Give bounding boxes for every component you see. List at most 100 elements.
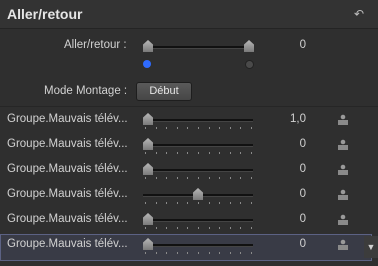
- row-value[interactable]: 0: [266, 138, 306, 150]
- row-value[interactable]: 1,0: [266, 113, 306, 125]
- slider-tick: [219, 127, 221, 129]
- slider-tick: [240, 177, 242, 179]
- row-value[interactable]: 0: [266, 213, 306, 225]
- row-slider[interactable]: [143, 112, 253, 129]
- aller-retour-label: Aller/retour :: [64, 39, 127, 51]
- publish-icon[interactable]: [337, 139, 349, 150]
- slider-tick: [251, 227, 252, 229]
- mode-montage-button[interactable]: Début: [136, 82, 192, 101]
- publish-icon[interactable]: [337, 114, 349, 125]
- slider-knob[interactable]: [193, 188, 203, 200]
- slider-tick: [198, 127, 199, 129]
- slider-tick: [251, 127, 252, 129]
- row-label: Groupe.Mauvais télév...: [7, 188, 128, 200]
- row-value[interactable]: 0: [266, 188, 306, 200]
- slider-tick: [219, 152, 221, 154]
- slider-track: [143, 119, 253, 122]
- slider-tick: [145, 152, 146, 154]
- slider-knob[interactable]: [143, 138, 153, 150]
- end-dot[interactable]: [245, 60, 254, 69]
- slider-tick: [145, 177, 146, 179]
- slider-tick: [219, 227, 221, 229]
- slider-tick: [176, 127, 178, 129]
- mode-montage-label: Mode Montage :: [44, 85, 128, 97]
- slider-track: [145, 46, 253, 49]
- slider-tick: [166, 252, 168, 254]
- slider-tick: [187, 202, 189, 204]
- slider-tick: [155, 127, 157, 129]
- slider-tick: [229, 202, 231, 204]
- publish-icon[interactable]: [337, 189, 349, 200]
- slider-track: [143, 244, 253, 247]
- aller-retour-value[interactable]: 0: [266, 39, 306, 51]
- row-label: Groupe.Mauvais télév...: [7, 238, 128, 250]
- slider-tick: [166, 202, 168, 204]
- slider-tick: [176, 202, 178, 204]
- slider-tick: [198, 252, 199, 254]
- slider-tick: [240, 252, 242, 254]
- slider-knob[interactable]: [143, 213, 153, 225]
- slider-tick: [166, 227, 168, 229]
- slider-tick: [240, 227, 242, 229]
- slider-tick: [240, 202, 242, 204]
- row-value[interactable]: 0: [266, 163, 306, 175]
- row-label: Groupe.Mauvais télév...: [7, 113, 128, 125]
- row-slider[interactable]: [143, 162, 253, 179]
- chevron-down-icon[interactable]: ▼: [364, 236, 378, 258]
- slider-tick: [198, 152, 199, 154]
- slider-tick: [198, 202, 199, 204]
- publish-icon[interactable]: [337, 239, 349, 250]
- slider-tick: [155, 202, 157, 204]
- row-label: Groupe.Mauvais télév...: [7, 163, 128, 175]
- slider-knob[interactable]: [143, 40, 153, 52]
- publish-icon[interactable]: [337, 164, 349, 175]
- slider-tick: [187, 127, 189, 129]
- row-value[interactable]: 0: [266, 238, 306, 250]
- slider-tick: [176, 252, 178, 254]
- divider: [0, 106, 378, 107]
- slider-tick: [229, 177, 231, 179]
- slider-tick: [176, 152, 178, 154]
- slider-knob-end[interactable]: [244, 40, 254, 52]
- slider-tick: [208, 227, 210, 229]
- slider-tick: [251, 252, 252, 254]
- slider-tick: [208, 127, 210, 129]
- slider-tick: [198, 227, 199, 229]
- slider-tick: [229, 152, 231, 154]
- slider-tick: [251, 152, 252, 154]
- slider-tick: [145, 252, 146, 254]
- slider-tick: [219, 202, 221, 204]
- slider-tick: [166, 152, 168, 154]
- slider-tick: [187, 227, 189, 229]
- slider-knob[interactable]: [143, 163, 153, 175]
- row-slider[interactable]: [143, 137, 253, 154]
- slider-tick: [176, 177, 178, 179]
- slider-tick: [155, 152, 157, 154]
- slider-track: [143, 169, 253, 172]
- panel-title: Aller/retour: [7, 6, 83, 22]
- start-dot[interactable]: [143, 60, 151, 68]
- reset-icon[interactable]: ↶: [354, 7, 364, 21]
- slider-tick: [219, 177, 221, 179]
- slider-tick: [208, 202, 210, 204]
- slider-tick: [208, 252, 210, 254]
- slider-tick: [166, 177, 168, 179]
- row-label: Groupe.Mauvais télév...: [7, 138, 128, 150]
- slider-tick: [187, 152, 189, 154]
- aller-retour-slider[interactable]: [143, 39, 254, 55]
- slider-tick: [229, 252, 231, 254]
- panel-header: Aller/retour ↶: [0, 0, 378, 29]
- row-slider[interactable]: [143, 237, 253, 254]
- slider-tick: [251, 177, 252, 179]
- slider-tick: [187, 177, 189, 179]
- slider-tick: [240, 152, 242, 154]
- publish-icon[interactable]: [337, 214, 349, 225]
- slider-tick: [176, 227, 178, 229]
- slider-knob[interactable]: [143, 113, 153, 125]
- slider-track: [143, 219, 253, 222]
- row-slider[interactable]: [143, 187, 253, 204]
- slider-tick: [145, 127, 146, 129]
- row-slider[interactable]: [143, 212, 253, 229]
- slider-knob[interactable]: [143, 238, 153, 250]
- slider-tick: [251, 202, 252, 204]
